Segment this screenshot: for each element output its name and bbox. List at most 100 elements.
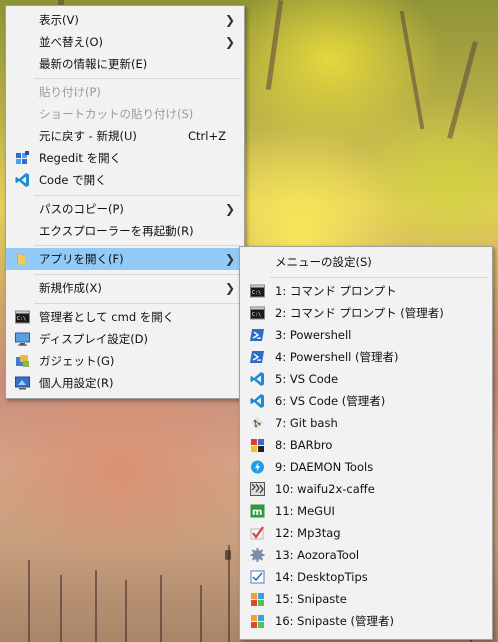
menu-item-display-settings[interactable]: ディスプレイ設定(D) <box>6 328 244 350</box>
menu-separator <box>270 277 488 278</box>
app-menu-item[interactable]: 9: DAEMON Tools <box>240 456 492 478</box>
powershell-icon <box>250 329 264 341</box>
app-menu-item[interactable]: 12: Mp3tag <box>240 522 492 544</box>
menu-item-label: Code で開く <box>39 173 107 187</box>
regedit-icon <box>16 151 29 164</box>
menu-item-undo[interactable]: 元に戻す - 新規(U) Ctrl+Z <box>6 125 244 147</box>
open-app-submenu: メニューの設定(S) C:\ 1: コマンド プロンプト C:\ 2: コマンド プロ… <box>239 246 493 640</box>
app-menu-item[interactable]: 14: DesktopTips <box>240 566 492 588</box>
menu-item-label: 2: コマンド プロンプト (管理者) <box>275 306 444 320</box>
menu-item-open-regedit[interactable]: Regedit を開く <box>6 147 244 169</box>
display-icon <box>15 332 30 346</box>
app-menu-item[interactable]: C:\ 2: コマンド プロンプト (管理者) <box>240 302 492 324</box>
chevron-right-icon: ❯ <box>224 35 235 49</box>
menu-item-label: 管理者として cmd を開く <box>39 310 175 324</box>
app-menu-item[interactable]: 15: Snipaste <box>240 588 492 610</box>
git-icon <box>251 416 264 430</box>
snipaste-icon <box>251 593 264 606</box>
desktop-context-menu: 表示(V) ❯ 並べ替え(O) ❯ 最新の情報に更新(E) 貼り付け(P) ショ… <box>5 5 245 399</box>
menu-item-label: 新規作成(X) <box>39 281 102 295</box>
menu-item-label: ショートカットの貼り付け(S) <box>39 107 194 121</box>
svg-text:C:\: C:\ <box>252 290 261 296</box>
chevron-right-icon: ❯ <box>224 252 235 266</box>
svg-text:C:\: C:\ <box>17 316 26 322</box>
vscode-icon <box>250 394 264 408</box>
menu-item-label: 貼り付け(P) <box>39 85 101 99</box>
app-menu-item[interactable]: 5: VS Code <box>240 368 492 390</box>
menu-item-label: 9: DAEMON Tools <box>275 460 374 474</box>
menu-item-personalize[interactable]: 個人用設定(R) <box>6 372 244 394</box>
menu-item-label: 4: Powershell (管理者) <box>275 350 399 364</box>
menu-item-refresh[interactable]: 最新の情報に更新(E) <box>6 53 244 75</box>
menu-item-new[interactable]: 新規作成(X) ❯ <box>6 277 244 299</box>
menu-item-label: アプリを開く(F) <box>39 252 124 266</box>
menu-separator <box>34 245 240 246</box>
menu-item-label: 並べ替え(O) <box>39 35 104 49</box>
vscode-icon <box>15 173 29 187</box>
menu-item-sort[interactable]: 並べ替え(O) ❯ <box>6 31 244 53</box>
waifu2x-icon <box>250 482 265 496</box>
menu-item-label: 12: Mp3tag <box>275 526 341 540</box>
menu-item-label: 13: AozoraTool <box>275 548 360 562</box>
cmd-icon: C:\ <box>15 310 30 324</box>
menu-item-paste-shortcut[interactable]: ショートカットの貼り付け(S) <box>6 103 244 125</box>
app-menu-item[interactable]: 7: Git bash <box>240 412 492 434</box>
app-menu-item[interactable]: m 11: MeGUI <box>240 500 492 522</box>
chevron-right-icon: ❯ <box>224 202 235 216</box>
menu-item-label: 最新の情報に更新(E) <box>39 57 148 71</box>
megui-icon: m <box>250 504 265 518</box>
app-menu-item[interactable]: 6: VS Code (管理者) <box>240 390 492 412</box>
menu-separator <box>34 195 240 196</box>
svg-text:C:\: C:\ <box>252 312 261 318</box>
menu-item-label: 5: VS Code <box>275 372 339 386</box>
menu-item-label: 6: VS Code (管理者) <box>275 394 386 408</box>
menu-separator <box>34 303 240 304</box>
vscode-icon <box>250 372 264 386</box>
app-menu-item[interactable]: 8: BARbro <box>240 434 492 456</box>
app-menu-item[interactable]: 10: waifu2x-caffe <box>240 478 492 500</box>
snipaste-icon <box>251 615 264 628</box>
menu-item-label: ディスプレイ設定(D) <box>39 332 149 346</box>
menu-settings-item[interactable]: メニューの設定(S) <box>240 251 492 273</box>
menu-separator <box>34 78 240 79</box>
app-menu-item[interactable]: 16: Snipaste (管理者) <box>240 610 492 632</box>
personalize-icon <box>15 376 30 390</box>
chevron-right-icon: ❯ <box>224 13 235 27</box>
menu-separator <box>34 274 240 275</box>
barbro-icon <box>251 439 264 452</box>
cmd-icon: C:\ <box>250 284 265 298</box>
menu-item-label: 個人用設定(R) <box>39 376 114 390</box>
app-menu-item[interactable]: 4: Powershell (管理者) <box>240 346 492 368</box>
menu-item-view[interactable]: 表示(V) ❯ <box>6 9 244 31</box>
menu-item-label: 8: BARbro <box>275 438 333 452</box>
powershell-icon <box>250 351 264 363</box>
chevron-right-icon: ❯ <box>224 281 235 295</box>
app-menu-item[interactable]: 13: AozoraTool <box>240 544 492 566</box>
mp3tag-icon <box>250 526 264 540</box>
app-menu-item[interactable]: 3: Powershell <box>240 324 492 346</box>
menu-item-label: 11: MeGUI <box>275 504 335 518</box>
menu-item-restart-explorer[interactable]: エクスプローラーを再起動(R) <box>6 220 244 242</box>
menu-item-gadgets[interactable]: ガジェット(G) <box>6 350 244 372</box>
menu-item-label: パスのコピー(P) <box>39 202 124 216</box>
menu-item-label: 表示(V) <box>39 13 79 27</box>
menu-item-label: メニューの設定(S) <box>275 255 372 269</box>
menu-item-open-in-code[interactable]: Code で開く <box>6 169 244 191</box>
daemon-tools-icon <box>251 460 264 474</box>
gadget-icon <box>16 355 29 367</box>
menu-item-copy-path[interactable]: パスのコピー(P) ❯ <box>6 198 244 220</box>
menu-item-paste[interactable]: 貼り付け(P) <box>6 81 244 103</box>
menu-item-open-app[interactable]: アプリを開く(F) ❯ <box>6 248 244 270</box>
menu-item-admin-cmd[interactable]: C:\ 管理者として cmd を開く <box>6 306 244 328</box>
cmd-icon: C:\ <box>250 306 265 320</box>
menu-item-label: Regedit を開く <box>39 151 122 165</box>
menu-item-label: 7: Git bash <box>275 416 338 430</box>
menu-item-label: 14: DesktopTips <box>275 570 368 584</box>
menu-item-label: 元に戻す - 新規(U) <box>39 129 137 143</box>
menu-item-label: 1: コマンド プロンプト <box>275 284 397 298</box>
folder-icon <box>17 253 25 265</box>
svg-text:m: m <box>252 507 262 518</box>
menu-item-label: 3: Powershell <box>275 328 352 342</box>
menu-item-label: 15: Snipaste <box>275 592 347 606</box>
app-menu-item[interactable]: C:\ 1: コマンド プロンプト <box>240 280 492 302</box>
